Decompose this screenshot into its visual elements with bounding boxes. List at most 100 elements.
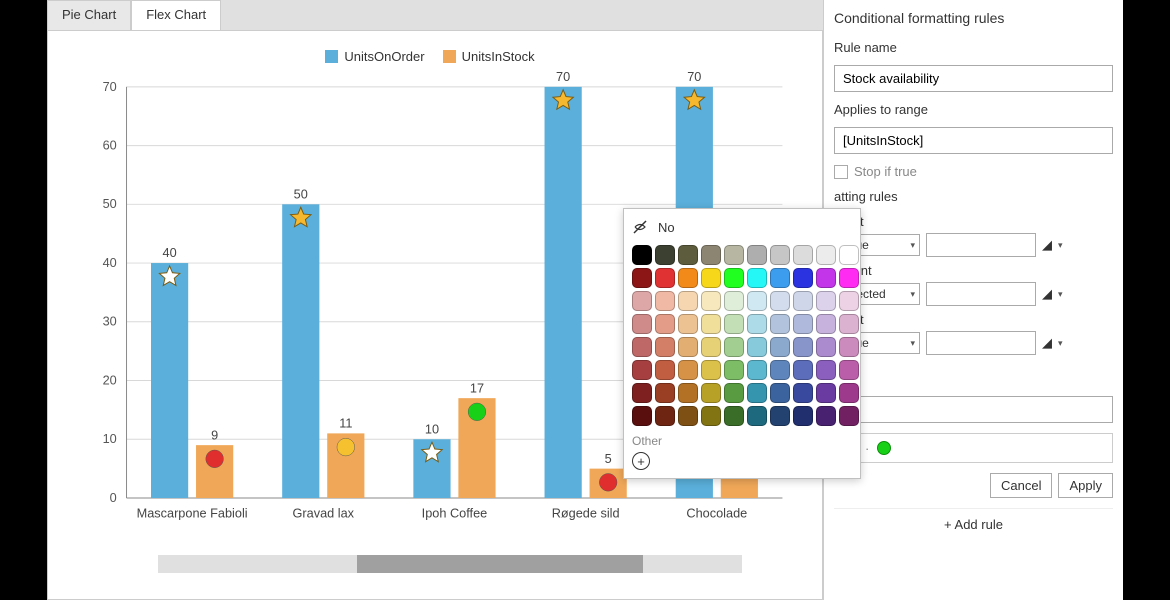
color-swatch[interactable] (747, 314, 767, 334)
color-swatch[interactable] (724, 337, 744, 357)
color-swatch[interactable] (747, 383, 767, 403)
stop-if-true-checkbox[interactable] (834, 165, 848, 179)
tab-flex-chart[interactable]: Flex Chart (131, 0, 221, 30)
color-swatch[interactable] (747, 245, 767, 265)
applies-to-input[interactable] (834, 127, 1113, 154)
color-swatch[interactable] (793, 245, 813, 265)
color-swatch[interactable] (655, 291, 675, 311)
color-swatch[interactable] (816, 245, 836, 265)
color-swatch[interactable] (632, 406, 652, 426)
color-swatch[interactable] (770, 245, 790, 265)
rule-name-input[interactable] (834, 65, 1113, 92)
color-swatch[interactable] (655, 337, 675, 357)
color-swatch[interactable] (770, 360, 790, 380)
paint-bucket-icon[interactable]: ◢ (1042, 237, 1052, 253)
color-swatch[interactable] (724, 245, 744, 265)
color-swatch[interactable] (770, 406, 790, 426)
add-custom-color-button[interactable]: + (632, 452, 650, 470)
color-swatch[interactable] (747, 337, 767, 357)
color-swatch[interactable] (839, 360, 859, 380)
color-swatch[interactable] (701, 314, 721, 334)
color-swatch[interactable] (839, 406, 859, 426)
color-swatch[interactable] (816, 337, 836, 357)
apply-button[interactable]: Apply (1058, 473, 1113, 498)
color-swatch[interactable] (793, 383, 813, 403)
color-swatch[interactable] (793, 268, 813, 288)
color-swatch[interactable] (632, 268, 652, 288)
color-swatch[interactable] (793, 337, 813, 357)
color-swatch[interactable] (678, 268, 698, 288)
cancel-button[interactable]: Cancel (990, 473, 1052, 498)
color-swatch[interactable] (747, 268, 767, 288)
color-swatch[interactable] (747, 360, 767, 380)
color-swatch[interactable] (655, 406, 675, 426)
stop-if-true-row[interactable]: Stop if true (834, 164, 1113, 179)
color-swatch[interactable] (724, 268, 744, 288)
color-swatch[interactable] (839, 314, 859, 334)
color-swatch[interactable] (701, 268, 721, 288)
color-swatch[interactable] (632, 337, 652, 357)
color-swatch[interactable] (724, 291, 744, 311)
color-swatch[interactable] (632, 291, 652, 311)
legend-item-unitsonorder[interactable]: UnitsOnOrder (325, 49, 424, 64)
tab-pie-chart[interactable]: Pie Chart (47, 0, 131, 30)
color-swatch[interactable] (655, 245, 675, 265)
scrollbar-thumb[interactable] (357, 555, 643, 573)
color-swatch[interactable] (632, 245, 652, 265)
add-rule-button[interactable]: + Add rule (834, 508, 1113, 540)
color-swatch[interactable] (839, 383, 859, 403)
format-preview-input-top[interactable] (834, 396, 1113, 423)
color-swatch[interactable] (816, 314, 836, 334)
color-swatch[interactable] (632, 314, 652, 334)
color-swatch[interactable] (678, 383, 698, 403)
color-swatch[interactable] (793, 360, 813, 380)
color-swatch[interactable] (724, 406, 744, 426)
color-swatch[interactable] (678, 245, 698, 265)
color-swatch[interactable] (655, 268, 675, 288)
color-swatch[interactable] (770, 268, 790, 288)
color-swatch[interactable] (724, 383, 744, 403)
paint-bucket-icon[interactable]: ◢ (1042, 335, 1052, 351)
color-swatch[interactable] (678, 360, 698, 380)
rule-value-input[interactable] (926, 233, 1036, 257)
color-swatch[interactable] (655, 360, 675, 380)
color-swatch[interactable] (724, 360, 744, 380)
color-swatch[interactable] (770, 291, 790, 311)
color-swatch[interactable] (770, 337, 790, 357)
color-swatch[interactable] (701, 383, 721, 403)
color-swatch[interactable] (770, 314, 790, 334)
color-swatch[interactable] (655, 314, 675, 334)
color-swatch[interactable] (793, 314, 813, 334)
color-swatch[interactable] (793, 291, 813, 311)
color-swatch[interactable] (839, 291, 859, 311)
chart-scrollbar[interactable] (158, 555, 742, 573)
color-swatch[interactable] (632, 360, 652, 380)
color-swatch[interactable] (701, 245, 721, 265)
color-swatch[interactable] (770, 383, 790, 403)
edit-rule-name-icon[interactable]: ✎ (1094, 0, 1105, 4)
color-swatch[interactable] (816, 268, 836, 288)
color-swatch[interactable] (747, 406, 767, 426)
color-swatch[interactable] (839, 245, 859, 265)
no-color-label[interactable]: No (658, 220, 675, 235)
rule-value-input[interactable] (926, 331, 1036, 355)
color-swatch[interactable] (678, 406, 698, 426)
color-swatch[interactable] (839, 337, 859, 357)
color-swatch[interactable] (678, 291, 698, 311)
color-swatch[interactable] (816, 383, 836, 403)
no-color-icon[interactable] (632, 219, 648, 235)
color-swatch[interactable] (701, 406, 721, 426)
color-swatch[interactable] (816, 291, 836, 311)
color-swatch[interactable] (839, 268, 859, 288)
color-swatch[interactable] (678, 314, 698, 334)
color-swatch[interactable] (747, 291, 767, 311)
color-swatch[interactable] (632, 383, 652, 403)
color-swatch[interactable] (793, 406, 813, 426)
color-swatch[interactable] (701, 291, 721, 311)
legend-item-unitsinstock[interactable]: UnitsInStock (443, 49, 535, 64)
paint-bucket-icon[interactable]: ◢ (1042, 286, 1052, 302)
color-swatch[interactable] (655, 383, 675, 403)
color-swatch[interactable] (816, 360, 836, 380)
color-swatch[interactable] (678, 337, 698, 357)
color-swatch[interactable] (701, 337, 721, 357)
